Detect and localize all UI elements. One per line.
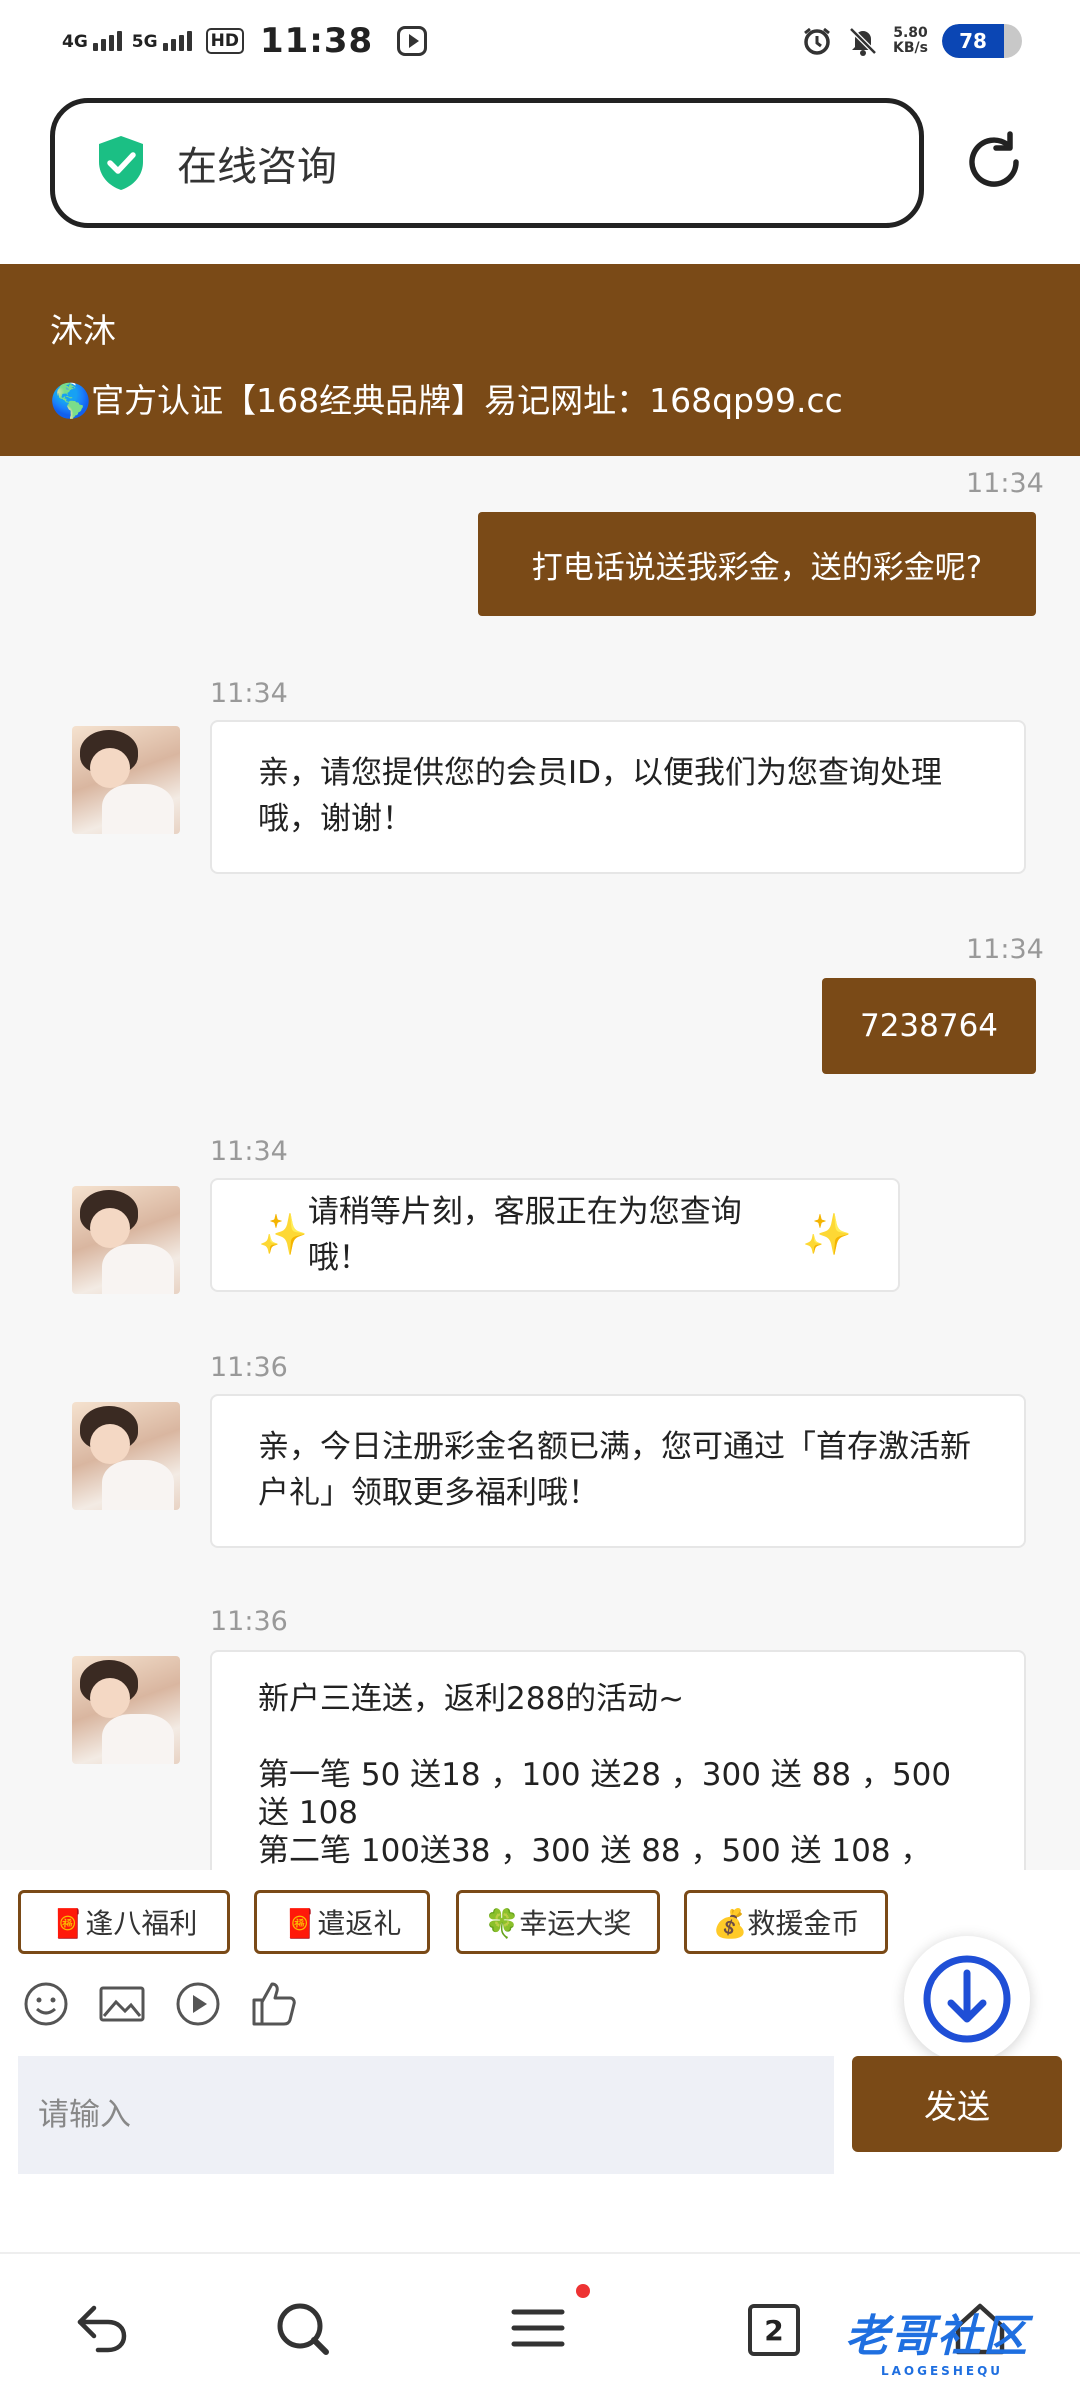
message-bubble-incoming[interactable]: ✨ 请稍等片刻，客服正在为您查询哦！ ✨ (210, 1178, 900, 1292)
send-button[interactable]: 发送 (852, 2056, 1062, 2152)
download-float-button[interactable] (904, 1936, 1030, 2062)
message-input[interactable] (18, 2056, 834, 2174)
agent-avatar[interactable] (72, 1186, 180, 1294)
page-title: 在线咨询 (177, 144, 337, 190)
agent-avatar[interactable] (72, 1402, 180, 1510)
alarm-icon (804, 27, 830, 55)
screen-record-icon (397, 26, 428, 56)
status-bar: 4G 5G HD 11:38 5.80 KB/s 78 (0, 0, 1080, 82)
watermark-logo: 老哥社区 LAOGESHEQU (845, 2311, 1029, 2378)
sparkle-icon: ✨ (258, 1212, 308, 1258)
message-list[interactable]: 11:34 打电话说送我彩金，送的彩金呢? 11:34 亲，请您提供您的会员ID… (0, 456, 1080, 1870)
thumbs-up-icon[interactable] (250, 1980, 298, 2028)
quick-tag-lucky-eight[interactable]: 🧧逢八福利 (18, 1890, 230, 1954)
agent-avatar[interactable] (72, 1656, 180, 1764)
shield-check-icon (99, 136, 143, 190)
hd-voice-icon: HD (205, 28, 244, 54)
back-icon[interactable] (72, 2298, 132, 2358)
sparkle-icon: ✨ (802, 1212, 852, 1258)
image-icon[interactable] (98, 1980, 146, 2028)
notification-dot (576, 2284, 590, 2298)
quick-tag-lucky-prize[interactable]: 🍀幸运大奖 (456, 1890, 660, 1954)
video-icon[interactable] (174, 1980, 222, 2028)
tabs-button[interactable]: 2 (748, 2304, 800, 2356)
message-input-row: 发送 (0, 2056, 1080, 2252)
message-bubble-outgoing[interactable]: 打电话说送我彩金，送的彩金呢? (478, 512, 1036, 616)
reload-icon[interactable] (960, 128, 1028, 196)
message-time: 11:34 (210, 1136, 288, 1167)
network-speed: 5.80 KB/s (893, 25, 928, 56)
message-time: 11:36 (210, 1606, 288, 1637)
menu-icon[interactable] (508, 2298, 568, 2358)
download-icon (923, 1955, 1011, 2043)
message-bubble-outgoing[interactable]: 7238764 (822, 978, 1036, 1074)
status-time: 11:38 (259, 21, 374, 61)
quick-tag-return-gift[interactable]: 🧧遣返礼 (254, 1890, 430, 1954)
message-time: 11:34 (966, 468, 1044, 499)
agent-name: 沐沐 (50, 311, 116, 350)
signal-4g-icon: 4G (62, 31, 122, 51)
message-time: 11:34 (210, 678, 288, 709)
chat-notice: 🌎官方认证【168经典品牌】易记网址：168qp99.cc (50, 381, 843, 420)
battery-level: 78 (959, 29, 987, 53)
chat-header: 沐沐 🌎官方认证【168经典品牌】易记网址：168qp99.cc (0, 264, 1080, 456)
agent-avatar[interactable] (72, 726, 180, 834)
browser-top-bar: 在线咨询 (0, 82, 1080, 264)
message-bubble-incoming[interactable]: 亲，今日注册彩金名额已满，您可通过「首存激活新户礼」领取更多福利哦！ (210, 1394, 1026, 1548)
search-icon[interactable] (272, 2298, 332, 2358)
message-bubble-incoming[interactable]: 新户三连送，返利288的活动~ 第一笔 50 送18 ，100 送28 ，300… (210, 1650, 1026, 1870)
quick-tag-rescue-coins[interactable]: 💰救援金币 (684, 1890, 888, 1954)
battery-icon: 78 (942, 24, 1022, 58)
signal-5g-icon: 5G (132, 31, 192, 51)
mute-bell-icon (849, 27, 877, 56)
emoji-icon[interactable] (22, 1980, 70, 2028)
message-bubble-incoming[interactable]: 亲，请您提供您的会员ID，以便我们为您查询处理哦，谢谢！ (210, 720, 1026, 874)
message-time: 11:36 (210, 1352, 288, 1383)
address-bar[interactable]: 在线咨询 (50, 98, 924, 228)
message-time: 11:34 (966, 934, 1044, 965)
